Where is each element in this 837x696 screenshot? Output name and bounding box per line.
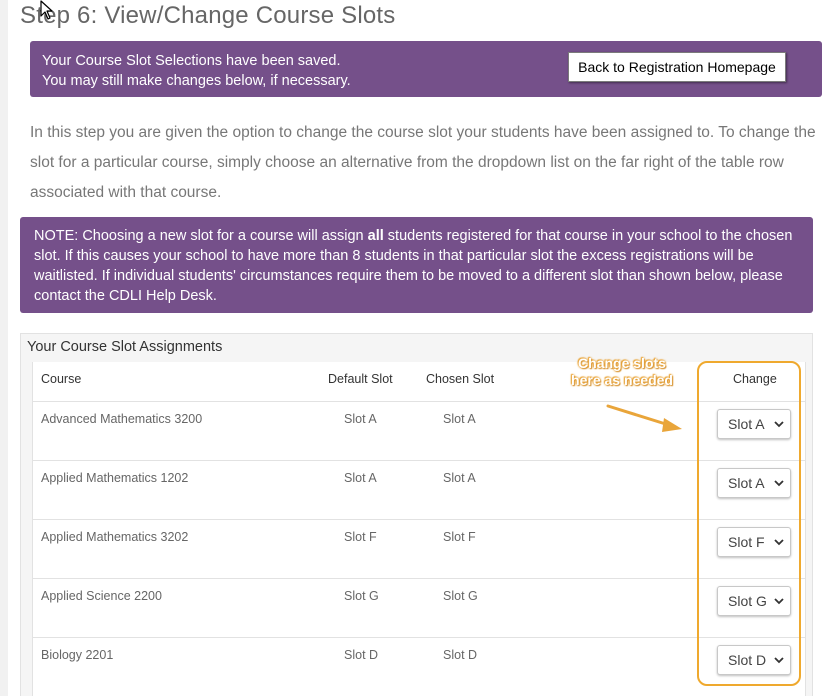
mouse-cursor-icon (40, 0, 53, 20)
course-name: Biology 2201 (41, 648, 114, 662)
default-slot: Slot D (344, 648, 379, 662)
chosen-slot: Slot D (443, 648, 478, 662)
change-slot-value: Slot G (728, 593, 767, 609)
chevron-down-icon (774, 421, 784, 428)
header-change: Change (733, 372, 777, 386)
callout-line1: Change slots (578, 355, 666, 371)
default-slot: Slot G (344, 589, 379, 603)
change-slot-value: Slot A (728, 475, 765, 491)
default-slot: Slot F (344, 530, 377, 544)
change-slot-value: Slot D (728, 652, 767, 668)
default-slot: Slot A (344, 412, 377, 426)
default-slot: Slot A (344, 471, 377, 485)
page-title: Step 6: View/Change Course Slots (20, 2, 396, 29)
course-name: Applied Mathematics 3202 (41, 530, 189, 544)
change-slot-select[interactable]: Slot A (717, 468, 791, 498)
note-text: NOTE: Choosing a new slot for a course w… (34, 226, 794, 306)
header-chosen-slot: Chosen Slot (426, 372, 495, 386)
callout-line2: here as needed (571, 372, 673, 388)
note-text-part1: NOTE: Choosing a new slot for a course w… (34, 228, 368, 244)
change-slot-select[interactable]: Slot D (717, 645, 791, 675)
chevron-down-icon (774, 598, 784, 605)
header-default-slot: Default Slot (328, 372, 393, 386)
table-row: Applied Mathematics 3202 Slot F Slot F S… (33, 520, 805, 579)
chevron-down-icon (774, 657, 784, 664)
panel-title: Your Course Slot Assignments (27, 339, 223, 355)
course-slot-panel: Your Course Slot Assignments Course Defa… (20, 333, 813, 696)
left-margin-rule (0, 0, 8, 696)
chevron-down-icon (774, 539, 784, 546)
saved-confirmation-banner: Your Course Slot Selections have been sa… (30, 41, 822, 97)
chosen-slot: Slot F (443, 530, 476, 544)
note-text-bold: all (367, 228, 384, 244)
table-row: Advanced Mathematics 3200 Slot A Slot A … (33, 402, 805, 461)
course-name: Applied Mathematics 1202 (41, 471, 189, 485)
intro-paragraph: In this step you are given the option to… (30, 124, 816, 201)
back-to-registration-button[interactable]: Back to Registration Homepage (568, 52, 786, 82)
change-slot-select[interactable]: Slot G (717, 586, 791, 616)
change-slot-select[interactable]: Slot A (717, 409, 791, 439)
table-row: Applied Mathematics 1202 Slot A Slot A S… (33, 461, 805, 520)
change-slot-value: Slot F (728, 534, 765, 550)
course-name: Advanced Mathematics 3200 (41, 412, 203, 426)
change-slot-value: Slot A (728, 416, 765, 432)
table-row: Applied Science 2200 Slot G Slot G Slot … (33, 579, 805, 638)
chevron-down-icon (774, 480, 784, 487)
header-course: Course (41, 372, 82, 386)
note-banner: NOTE: Choosing a new slot for a course w… (20, 217, 813, 313)
course-name: Applied Science 2200 (41, 589, 162, 603)
table-row: Biology 2201 Slot D Slot D Slot D (33, 638, 805, 696)
saved-message-line1: Your Course Slot Selections have been sa… (42, 53, 341, 69)
saved-message: Your Course Slot Selections have been sa… (42, 51, 351, 91)
chosen-slot: Slot G (443, 589, 478, 603)
change-slots-callout: Change slots here as needed (562, 355, 682, 389)
change-slot-select[interactable]: Slot F (717, 527, 791, 557)
saved-message-line2: You may still make changes below, if nec… (42, 73, 351, 89)
chosen-slot: Slot A (443, 471, 476, 485)
course-slot-table: Course Default Slot Chosen Slot Change A… (32, 362, 806, 696)
chosen-slot: Slot A (443, 412, 476, 426)
